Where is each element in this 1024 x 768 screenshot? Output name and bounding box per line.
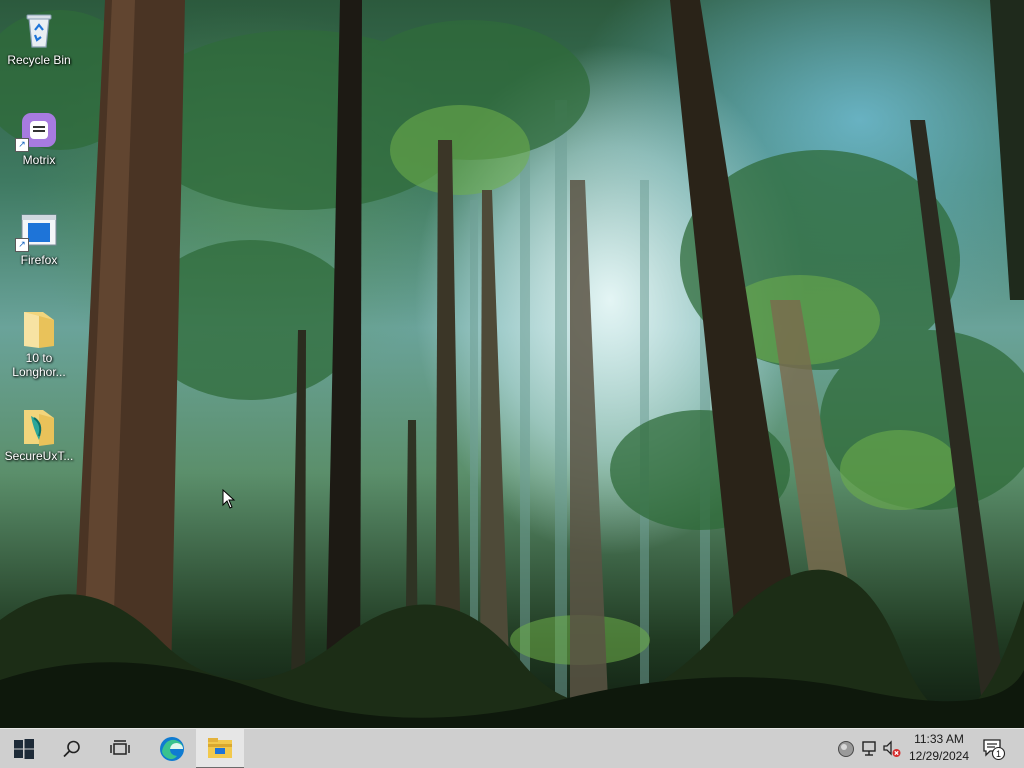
network-monitor-icon — [862, 741, 876, 756]
desktop-icon-motrix[interactable]: ↗ Motrix — [0, 110, 78, 167]
task-view-icon — [110, 740, 130, 755]
desktop-icon-label: Motrix — [22, 153, 56, 167]
action-center-button[interactable]: 1 — [982, 739, 1006, 760]
network-globe-button[interactable] — [836, 739, 856, 759]
desktop-icon-label: Recycle Bin — [7, 53, 71, 67]
file-explorer-icon — [208, 738, 232, 758]
desktop-icon-firefox[interactable]: ↗ Firefox — [0, 210, 78, 267]
network-globe-icon — [838, 741, 854, 757]
desktop-icon-label: 10 to Longhor... — [12, 351, 66, 379]
file-explorer-button[interactable] — [196, 729, 244, 768]
task-view-button[interactable] — [96, 729, 144, 768]
network-button[interactable] — [860, 739, 880, 759]
start-button[interactable] — [0, 729, 48, 768]
recycle-bin-icon — [19, 10, 59, 50]
clock-date: 12/29/2024 — [908, 749, 970, 763]
shortcut-arrow-icon: ↗ — [15, 238, 29, 252]
search-button[interactable] — [48, 729, 96, 768]
clock-time: 11:33 AM — [914, 732, 964, 746]
folder-icon — [19, 308, 59, 348]
clock[interactable]: 11:33 AM 12/29/2024 — [902, 731, 976, 767]
volume-muted-icon — [883, 740, 901, 757]
forest-wallpaper-image — [0, 0, 1024, 728]
volume-button[interactable] — [882, 739, 902, 759]
edge-icon — [160, 737, 184, 761]
motrix-icon: ↗ — [15, 110, 59, 152]
mouse-cursor-icon — [222, 489, 236, 509]
desktop-icon-label: SecureUxT... — [4, 449, 74, 463]
secureux-folder-icon — [19, 406, 59, 446]
desktop-icon-10-to-longhorn[interactable]: 10 to Longhor... — [0, 308, 78, 379]
desktop-icon-secureuxtheme[interactable]: SecureUxT... — [0, 406, 78, 463]
desktop-icon-label: Firefox — [20, 253, 58, 267]
desktop-icon-recycle-bin[interactable]: Recycle Bin — [0, 10, 78, 67]
edge-button[interactable] — [148, 729, 196, 768]
windows-logo-icon — [14, 739, 34, 759]
taskbar: 11:33 AM 12/29/2024 1 — [0, 728, 1024, 768]
notification-count: 1 — [996, 749, 1001, 759]
firefox-shortcut-icon: ↗ — [15, 210, 59, 252]
desktop-wallpaper[interactable]: Recycle Bin ↗ Motrix ↗ Firefox 10 to Lon… — [0, 0, 1024, 728]
search-icon — [63, 740, 80, 758]
shortcut-arrow-icon: ↗ — [15, 138, 29, 152]
notification-icon: 1 — [983, 739, 1006, 760]
